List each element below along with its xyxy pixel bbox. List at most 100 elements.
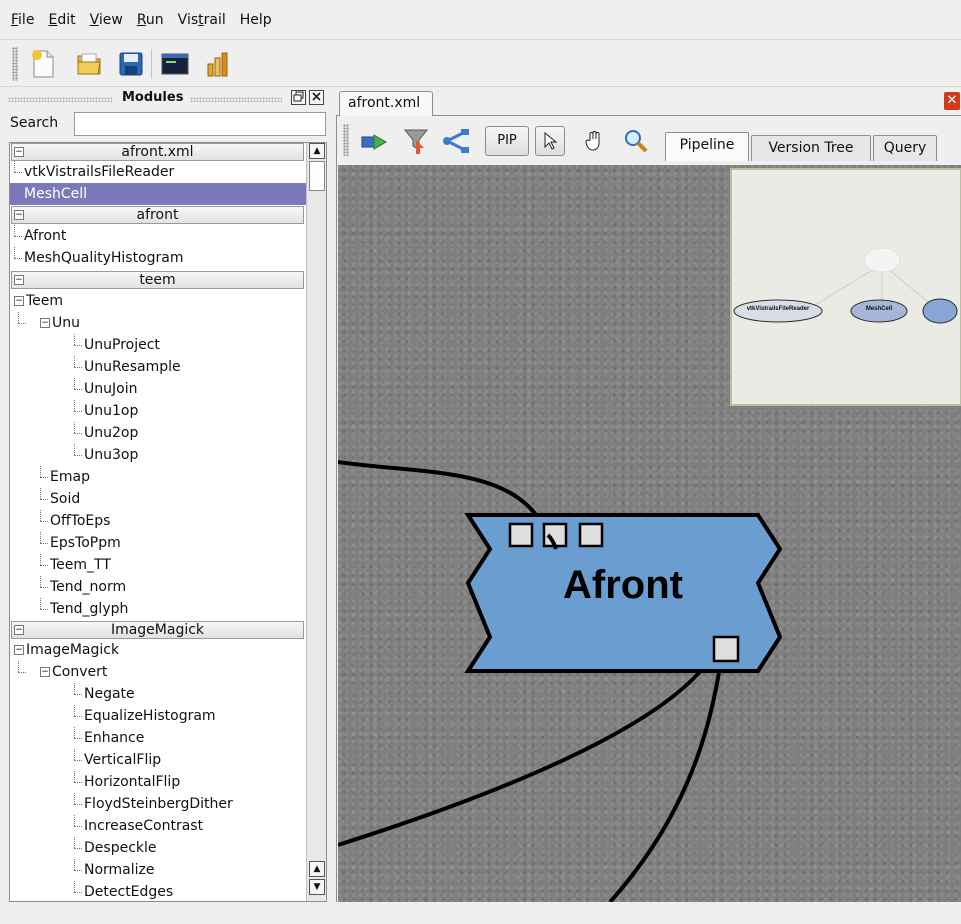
- toolbar-grip[interactable]: [343, 124, 349, 156]
- tree-item[interactable]: Despeckle: [10, 837, 306, 859]
- document-tab[interactable]: afront.xml: [339, 91, 433, 117]
- close-tab-button[interactable]: ✕: [944, 92, 960, 110]
- tree-node-unu[interactable]: − Unu: [10, 312, 306, 334]
- tree-item[interactable]: Unu1op: [10, 400, 306, 422]
- tree-item-label: HorizontalFlip: [84, 774, 181, 790]
- undo-button[interactable]: [401, 126, 431, 156]
- input-port[interactable]: [508, 522, 534, 548]
- tree-item[interactable]: EqualizeHistogram: [10, 705, 306, 727]
- package-header-teem[interactable]: − teem: [11, 271, 304, 289]
- collapse-icon[interactable]: −: [14, 645, 24, 655]
- tree-item[interactable]: Unu2op: [10, 422, 306, 444]
- tree-item[interactable]: Emap: [10, 466, 306, 488]
- overview-node-label: vtkVistrailsFileReader: [746, 306, 810, 312]
- tab-pipeline[interactable]: Pipeline: [665, 132, 749, 161]
- scroll-up-button-bottom[interactable]: ▲: [309, 861, 325, 877]
- tree-item-label: IncreaseContrast: [84, 818, 204, 834]
- tree-item-selected[interactable]: MeshCell: [10, 183, 306, 205]
- input-port[interactable]: [578, 522, 604, 548]
- tree-node-teem[interactable]: − Teem: [10, 290, 306, 312]
- overview-node-label: MeshCell: [865, 306, 893, 312]
- collapse-icon[interactable]: −: [14, 210, 24, 220]
- open-button[interactable]: [72, 47, 106, 81]
- tree-item-label: Unu2op: [84, 425, 139, 441]
- version-bar-icon: [207, 52, 228, 77]
- collapse-icon[interactable]: −: [40, 318, 50, 328]
- connection-line[interactable]: [608, 636, 726, 902]
- console-button[interactable]: [158, 47, 192, 81]
- collapse-icon[interactable]: −: [40, 667, 50, 677]
- menu-file[interactable]: File: [4, 12, 41, 28]
- save-button[interactable]: [114, 47, 148, 81]
- dock-splitter[interactable]: [331, 88, 335, 924]
- tree-item-label: Negate: [84, 686, 135, 702]
- collapse-icon[interactable]: −: [14, 625, 24, 635]
- tree-node-convert[interactable]: − Convert: [10, 661, 306, 683]
- close-dock-button[interactable]: [309, 90, 324, 105]
- tree-item[interactable]: UnuResample: [10, 356, 306, 378]
- package-header-imagemagick[interactable]: − ImageMagick: [11, 621, 304, 639]
- pip-toggle-button[interactable]: PIP: [485, 126, 529, 156]
- tree-item-label: Tend_glyph: [50, 601, 129, 617]
- tree-item[interactable]: UnuProject: [10, 334, 306, 356]
- pipeline-toolbar: PIP Pipeline Version Tree Query: [337, 116, 961, 164]
- tree-item[interactable]: Teem_TT: [10, 554, 306, 576]
- tree-item-label: MeshQualityHistogram: [24, 250, 184, 266]
- tree-item-label: Unu1op: [84, 403, 139, 419]
- tree-item[interactable]: DetectEdges: [10, 881, 306, 901]
- layout-button[interactable]: [441, 126, 471, 156]
- package-header-afront-xml[interactable]: − afront.xml: [11, 143, 304, 161]
- pipeline-canvas[interactable]: Afront vtkVistrailsFileReader MeshCell: [338, 165, 961, 902]
- tab-query[interactable]: Query: [873, 135, 937, 161]
- tree-item[interactable]: Negate: [10, 683, 306, 705]
- scroll-up-button[interactable]: ▲: [309, 143, 325, 159]
- float-dock-button[interactable]: [291, 90, 306, 105]
- output-port[interactable]: [712, 635, 740, 663]
- tree-item-label: UnuProject: [84, 337, 160, 353]
- tree-item[interactable]: FloydSteinbergDither: [10, 793, 306, 815]
- zoom-tool-button[interactable]: [621, 126, 651, 156]
- tree-item[interactable]: HorizontalFlip: [10, 771, 306, 793]
- menu-vistrail[interactable]: Vistrail: [171, 12, 233, 28]
- scroll-down-button[interactable]: ▼: [309, 879, 325, 895]
- scroll-thumb[interactable]: [309, 161, 325, 191]
- tree-item[interactable]: OffToEps: [10, 510, 306, 532]
- menu-help[interactable]: Help: [233, 12, 279, 28]
- select-tool-button[interactable]: [535, 126, 565, 156]
- collapse-icon[interactable]: −: [14, 147, 24, 157]
- tree-item[interactable]: Unu3op: [10, 444, 306, 466]
- tree-item[interactable]: EpsToPpm: [10, 532, 306, 554]
- tree-item[interactable]: vtkVistrailsFileReader: [10, 161, 306, 183]
- tree-item[interactable]: MeshQualityHistogram: [10, 247, 306, 269]
- float-icon: [293, 91, 304, 102]
- tree-item-label: Despeckle: [84, 840, 157, 856]
- tree-node-imagemagick[interactable]: − ImageMagick: [10, 639, 306, 661]
- collapse-icon[interactable]: −: [14, 296, 24, 306]
- execute-button[interactable]: [359, 126, 389, 156]
- new-file-button[interactable]: [26, 47, 60, 81]
- tree-item[interactable]: Tend_norm: [10, 576, 306, 598]
- pip-overview[interactable]: vtkVistrailsFileReader MeshCell: [730, 168, 961, 406]
- search-input[interactable]: [74, 112, 326, 136]
- tree-item[interactable]: Tend_glyph: [10, 598, 306, 620]
- menu-run[interactable]: Run: [130, 12, 171, 28]
- tree-item[interactable]: UnuJoin: [10, 378, 306, 400]
- tree-item[interactable]: Normalize: [10, 859, 306, 881]
- menu-view[interactable]: View: [83, 12, 130, 28]
- tree-item[interactable]: VerticalFlip: [10, 749, 306, 771]
- tree-scrollbar[interactable]: ▲ ▲ ▼: [306, 143, 326, 901]
- pan-tool-button[interactable]: [579, 126, 609, 156]
- toolbar-grip[interactable]: [12, 47, 18, 81]
- tree-item-label: VerticalFlip: [84, 752, 162, 768]
- dock-title-bar[interactable]: Modules: [0, 88, 330, 110]
- tree-item[interactable]: Afront: [10, 225, 306, 247]
- menu-bar: File Edit View Run Vistrail Help: [0, 0, 961, 40]
- menu-edit[interactable]: Edit: [41, 12, 82, 28]
- package-header-afront[interactable]: − afront: [11, 206, 304, 224]
- tree-item[interactable]: IncreaseContrast: [10, 815, 306, 837]
- tab-version-tree[interactable]: Version Tree: [751, 135, 871, 161]
- tree-item[interactable]: Enhance: [10, 727, 306, 749]
- collapse-icon[interactable]: −: [14, 275, 24, 285]
- version-bar-button[interactable]: [200, 47, 234, 81]
- tree-item[interactable]: Soid: [10, 488, 306, 510]
